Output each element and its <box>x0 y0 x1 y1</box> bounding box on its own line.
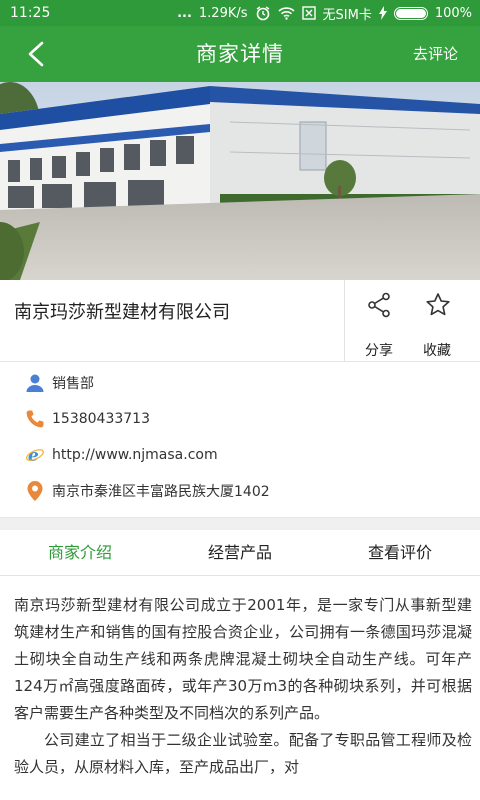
svg-text:e: e <box>28 446 39 465</box>
intro-paragraph: 公司建立了相当于二级企业试验室。配备了专职品管工程师及检验人员，从原材料入库，至… <box>14 731 472 776</box>
share-label: 分享 <box>365 343 393 359</box>
carrier-text: 无SIM卡 <box>322 7 372 23</box>
section-gap <box>0 518 480 530</box>
back-arrow-icon <box>28 41 44 67</box>
address-text: 南京市秦淮区丰富路民族大厦1402 <box>52 484 270 500</box>
tab-bar: 商家介绍 经营产品 查看评价 <box>0 530 480 576</box>
info-department: 销售部 <box>0 365 480 401</box>
info-website[interactable]: e http://www.njmasa.com <box>0 437 480 473</box>
phone-icon <box>24 408 46 430</box>
tab-intro[interactable]: 商家介绍 <box>0 530 160 575</box>
company-photo <box>0 82 480 280</box>
company-name: 南京玛莎新型建材有限公司 <box>14 302 230 323</box>
tab-products[interactable]: 经营产品 <box>160 530 320 575</box>
status-bar: 11:25 ... 1.29K/s 无SIM卡 100% <box>0 0 480 26</box>
contact-info: 销售部 15380433713 e http://www.njmasa.com … <box>0 362 480 518</box>
status-dots: ... <box>177 5 192 21</box>
info-phone[interactable]: 15380433713 <box>0 401 480 437</box>
star-icon <box>426 293 450 316</box>
nav-bar: 商家详情 去评论 <box>0 26 480 82</box>
network-speed: 1.29K/s <box>198 5 248 21</box>
tab-reviews[interactable]: 查看评价 <box>320 530 480 575</box>
status-icons: ... 1.29K/s 无SIM卡 100% <box>177 4 472 23</box>
favorite-label: 收藏 <box>423 343 451 359</box>
wifi-icon <box>277 7 295 20</box>
battery-percent: 100% <box>434 5 472 21</box>
comment-button[interactable]: 去评论 <box>413 26 458 82</box>
website-text: http://www.njmasa.com <box>52 447 218 463</box>
back-button[interactable] <box>18 36 54 72</box>
share-button[interactable]: 分享 <box>352 290 406 359</box>
intro-paragraph: 南京玛莎新型建材有限公司成立于2001年，是一家专门从事新型建筑建材生产和销售的… <box>14 596 472 722</box>
info-address[interactable]: 南京市秦淮区丰富路民族大厦1402 <box>0 473 480 509</box>
battery-icon <box>393 6 428 20</box>
company-intro: 南京玛莎新型建材有限公司成立于2001年，是一家专门从事新型建筑建材生产和销售的… <box>14 592 472 781</box>
sim-icon <box>301 6 316 20</box>
status-time: 11:25 <box>10 5 51 21</box>
divider <box>344 280 345 362</box>
department-text: 销售部 <box>52 376 94 392</box>
ie-icon: e <box>24 444 46 466</box>
share-icon <box>368 292 390 318</box>
charging-icon <box>378 6 387 20</box>
alarm-icon <box>256 6 269 21</box>
phone-text: 15380433713 <box>52 411 150 427</box>
company-header: 南京玛莎新型建材有限公司 分享 收藏 <box>0 280 480 362</box>
location-pin-icon <box>24 480 46 502</box>
person-icon <box>24 372 46 394</box>
favorite-button[interactable]: 收藏 <box>410 290 464 359</box>
page-title: 商家详情 <box>196 42 284 66</box>
